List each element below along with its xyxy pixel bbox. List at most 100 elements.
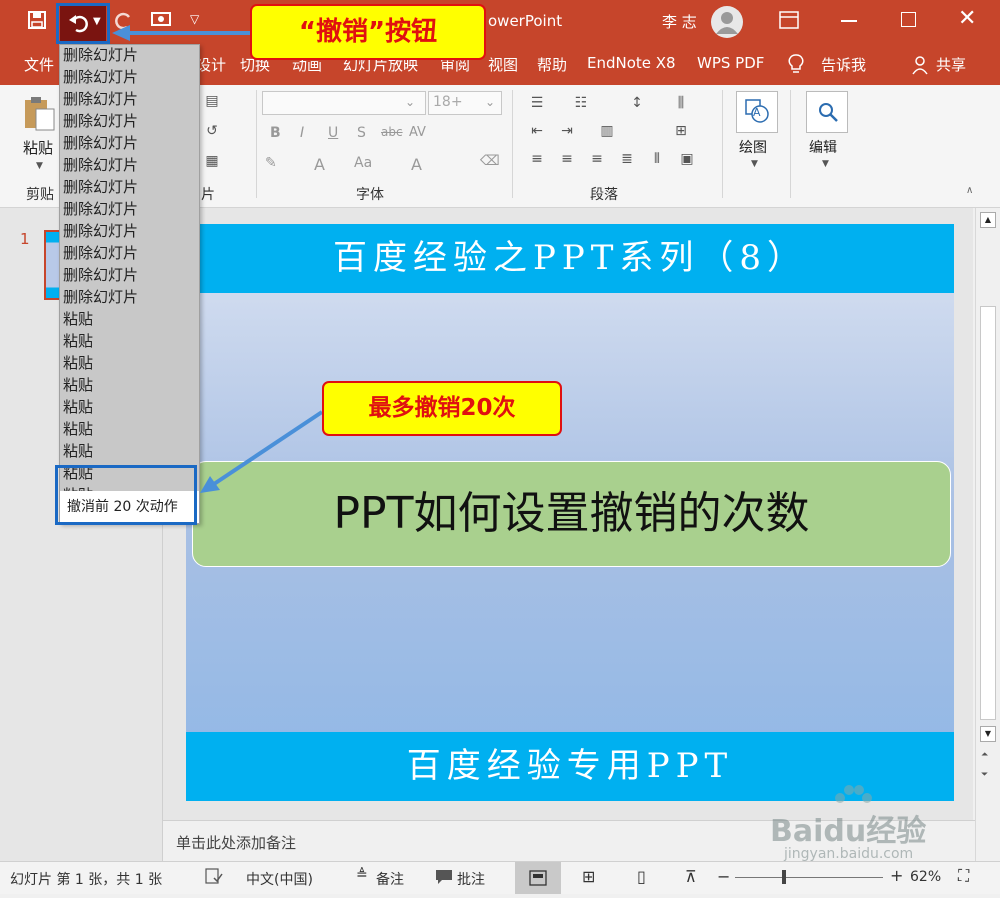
undo-list-item[interactable]: 粘贴 <box>63 418 193 440</box>
align-left-icon[interactable]: ≡ <box>528 151 546 167</box>
font-name-combo[interactable]: ⌄ <box>262 91 426 115</box>
undo-list-item[interactable]: 删除幻灯片 <box>63 132 193 154</box>
reading-view-icon[interactable]: ▯ <box>637 867 646 886</box>
slide-title-band[interactable]: 百度经验之PPT系列（8） <box>186 224 954 293</box>
font-size-value: 18+ <box>433 94 463 110</box>
layout-icon[interactable]: ▤ <box>203 93 221 109</box>
zoom-in-icon[interactable]: + <box>890 866 903 885</box>
align-center-icon[interactable]: ≡ <box>558 151 576 167</box>
slide-sorter-icon[interactable]: ⊞ <box>582 867 595 886</box>
clear-format-icon[interactable]: ⌫ <box>480 153 500 169</box>
share-button[interactable]: 共享 <box>936 54 966 75</box>
grow-font-button[interactable]: A <box>411 155 422 174</box>
slide-main-textbox[interactable]: PPT如何设置撤销的次数 <box>192 461 951 567</box>
slide-count: 幻灯片 第 1 张，共 1 张 <box>10 872 163 888</box>
collapse-ribbon-icon[interactable]: ∧ <box>966 185 973 196</box>
undo-list-item[interactable]: 粘贴 <box>63 396 193 418</box>
drawing-button[interactable]: A <box>736 91 778 133</box>
line-spacing-icon[interactable]: ↕ <box>628 95 646 111</box>
tab-endnote[interactable]: EndNote X8 <box>587 54 676 72</box>
decrease-indent-icon[interactable]: ⇤ <box>528 123 546 139</box>
section-icon[interactable]: ▦ <box>203 153 221 169</box>
undo-list-item[interactable]: 删除幻灯片 <box>63 220 193 242</box>
undo-list-item[interactable]: 删除幻灯片 <box>63 242 193 264</box>
language-indicator[interactable]: 中文(中国) <box>246 869 313 889</box>
start-slideshow-icon[interactable] <box>150 10 172 34</box>
char-spacing-button[interactable]: AV <box>409 125 426 140</box>
undo-history-list[interactable]: 删除幻灯片 删除幻灯片 删除幻灯片 删除幻灯片 删除幻灯片 删除幻灯片 删除幻灯片 删除幻灯片… <box>59 44 200 524</box>
highlight-icon[interactable]: ✎ <box>265 155 277 171</box>
undo-list-item[interactable]: 删除幻灯片 <box>63 66 193 88</box>
undo-list-item[interactable]: 粘贴 <box>63 352 193 374</box>
close-icon[interactable]: ✕ <box>958 6 976 31</box>
undo-list-item[interactable]: 删除幻灯片 <box>63 264 193 286</box>
bullets-icon[interactable]: ☰ <box>528 95 546 111</box>
maximize-icon[interactable] <box>901 12 916 27</box>
redo-icon[interactable] <box>113 9 135 35</box>
undo-list-item[interactable]: 删除幻灯片 <box>63 198 193 220</box>
undo-list-item[interactable]: 粘贴 <box>63 330 193 352</box>
editing-button[interactable] <box>806 91 848 133</box>
ribbon-separator <box>722 90 723 198</box>
reset-icon[interactable]: ↺ <box>203 123 221 139</box>
numbering-icon[interactable]: ☷ <box>572 95 590 111</box>
zoom-slider[interactable] <box>735 877 883 878</box>
font-color-button[interactable]: A <box>314 155 325 174</box>
paste-dropdown-icon[interactable]: ▼ <box>36 161 43 171</box>
font-size-combo[interactable]: 18+ ⌄ <box>428 91 502 115</box>
undo-list-item[interactable]: 删除幻灯片 <box>63 44 193 66</box>
tell-me-search[interactable]: 告诉我 <box>821 54 866 75</box>
vertical-scrollbar[interactable]: ▲ ▼ ⏶ ⏷ <box>975 208 1000 861</box>
notes-icon[interactable]: ≜ <box>356 867 368 883</box>
scroll-down-icon[interactable]: ▼ <box>980 726 996 742</box>
spellcheck-icon[interactable] <box>205 868 223 888</box>
tab-design[interactable]: 设计 <box>196 54 226 75</box>
minimize-icon[interactable] <box>841 20 857 22</box>
customize-toolbar-icon[interactable]: ▽ <box>190 12 199 26</box>
align-text-icon[interactable]: ⊞ <box>672 123 690 139</box>
change-case-button[interactable]: Aa <box>354 155 372 171</box>
previous-slide-icon[interactable]: ⏶ <box>981 750 988 760</box>
underline-button[interactable]: U <box>328 125 338 141</box>
distribute-icon[interactable]: ⦀ <box>648 151 666 167</box>
fit-to-window-icon[interactable]: ⛶ <box>958 866 969 886</box>
smartart-icon[interactable]: ▣ <box>678 151 696 167</box>
tab-file[interactable]: 文件 <box>24 54 54 75</box>
comments-toggle[interactable]: 批注 <box>457 869 485 889</box>
undo-list-item[interactable]: 删除幻灯片 <box>63 110 193 132</box>
columns-icon[interactable]: ▥ <box>598 123 616 139</box>
slideshow-view-icon[interactable]: ⊼ <box>685 867 697 886</box>
next-slide-icon[interactable]: ⏷ <box>981 770 988 780</box>
undo-list-item[interactable]: 删除幻灯片 <box>63 88 193 110</box>
bold-button[interactable]: B <box>270 125 281 141</box>
zoom-slider-thumb[interactable] <box>782 870 786 884</box>
strikethrough-button[interactable]: abc <box>381 125 403 139</box>
undo-list-item[interactable]: 粘贴 <box>63 374 193 396</box>
paste-button[interactable]: 粘贴 <box>23 137 53 158</box>
undo-list-item[interactable]: 删除幻灯片 <box>63 286 193 308</box>
shadow-button[interactable]: S <box>357 125 366 141</box>
comments-icon[interactable] <box>435 869 453 889</box>
italic-button[interactable]: I <box>300 125 304 141</box>
save-icon[interactable] <box>27 10 47 30</box>
justify-icon[interactable]: ≣ <box>618 151 636 167</box>
undo-list-item[interactable]: 粘贴 <box>63 308 193 330</box>
align-right-icon[interactable]: ≡ <box>588 151 606 167</box>
tab-view[interactable]: 视图 <box>488 54 518 75</box>
increase-indent-icon[interactable]: ⇥ <box>558 123 576 139</box>
undo-list-item[interactable]: 删除幻灯片 <box>63 154 193 176</box>
tab-wps-pdf[interactable]: WPS PDF <box>697 54 764 72</box>
avatar[interactable] <box>711 6 743 38</box>
text-direction-icon[interactable]: ⫼ <box>672 95 690 111</box>
undo-list-item[interactable]: 粘贴 <box>63 440 193 462</box>
normal-view-button[interactable] <box>515 862 561 894</box>
zoom-out-icon[interactable]: − <box>717 867 730 886</box>
scroll-thumb[interactable] <box>980 306 996 720</box>
tab-help[interactable]: 帮助 <box>537 54 567 75</box>
ribbon-display-icon[interactable] <box>779 11 799 33</box>
undo-list-item[interactable]: 删除幻灯片 <box>63 176 193 198</box>
share-icon[interactable] <box>912 55 930 79</box>
zoom-level[interactable]: 62% <box>910 869 941 885</box>
scroll-up-icon[interactable]: ▲ <box>980 212 996 228</box>
notes-toggle[interactable]: 备注 <box>376 869 404 889</box>
